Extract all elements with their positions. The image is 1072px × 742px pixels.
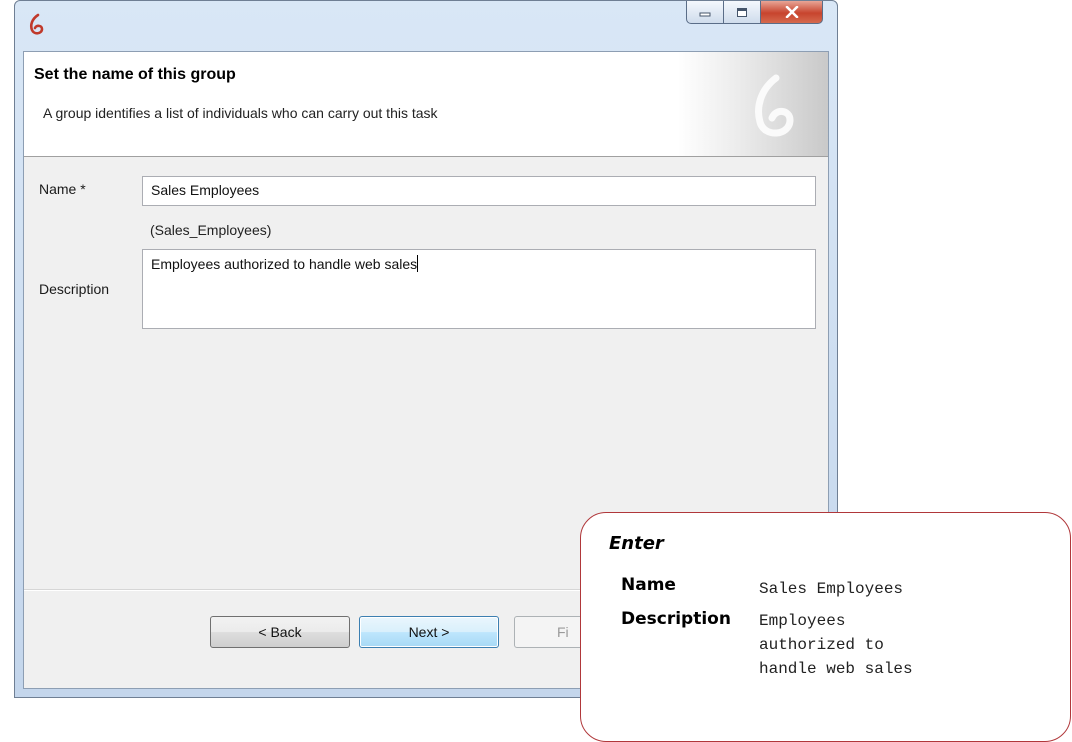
- next-button[interactable]: Next >: [359, 616, 499, 648]
- page-subtitle: A group identifies a list of individuals…: [43, 105, 438, 121]
- page-title: Set the name of this group: [34, 66, 236, 83]
- close-button[interactable]: [761, 1, 823, 24]
- callout-description-label: Description: [621, 609, 731, 629]
- maximize-button[interactable]: [724, 1, 761, 24]
- windev-logo-icon: [29, 13, 44, 35]
- close-icon: [785, 6, 798, 18]
- minimize-icon: [699, 12, 711, 17]
- windev-watermark-icon: [755, 74, 794, 137]
- callout-name-value: Sales Employees: [759, 580, 904, 598]
- wizard-header: Set the name of this group A group ident…: [24, 52, 828, 157]
- back-button[interactable]: < Back: [210, 616, 350, 648]
- callout-description-value: Employees authorized to handle web sales: [759, 612, 913, 678]
- minimize-button[interactable]: [686, 1, 724, 24]
- name-field-value: Sales Employees: [151, 182, 260, 198]
- instruction-callout: Enter Name Sales Employees Description E…: [580, 512, 1071, 742]
- maximize-icon: [737, 7, 747, 17]
- description-field-value: Employees authorized to handle web sales: [151, 256, 418, 272]
- description-label: Description: [39, 281, 110, 297]
- name-identifier: (Sales_Employees): [150, 222, 272, 238]
- window-controls: [686, 1, 823, 25]
- callout-title: Enter: [609, 533, 664, 554]
- name-field[interactable]: Sales Employees: [142, 176, 816, 206]
- name-label: Name *: [39, 181, 86, 197]
- title-bar[interactable]: [15, 1, 837, 51]
- description-field[interactable]: Employees authorized to handle web sales: [142, 249, 816, 329]
- text-caret: [417, 255, 419, 272]
- callout-name-label: Name: [621, 575, 676, 595]
- header-watermark: [678, 52, 828, 156]
